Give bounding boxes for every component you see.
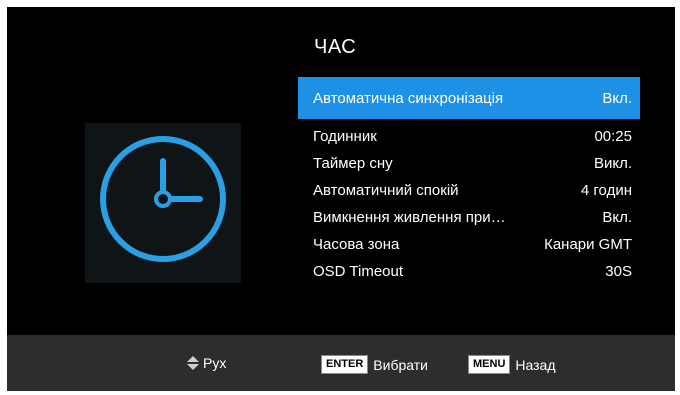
menu-item-sleep-timer[interactable]: Таймер сну Викл. xyxy=(298,149,640,176)
move-hint-label: Рух xyxy=(203,355,227,371)
clock-icon xyxy=(100,136,226,262)
up-down-arrows-icon xyxy=(187,356,199,370)
menu-item-label: Автоматичний спокій xyxy=(313,182,459,199)
menu-item-label: OSD Timeout xyxy=(313,263,404,280)
tv-screen: ЧАС Автоматична синхронізація Вкл. Годин… xyxy=(7,7,675,391)
menu-item-value: Викл. xyxy=(593,155,632,172)
menu-key-badge: MENU xyxy=(468,355,511,374)
menu-item-value: 00:25 xyxy=(594,128,632,145)
move-hint: Рух xyxy=(187,355,226,371)
enter-hint: ENTER Вибрати xyxy=(321,355,428,374)
menu-hint-label: Назад xyxy=(515,356,556,373)
menu-item-value: Вкл. xyxy=(602,209,632,226)
menu-item-value: 30S xyxy=(605,263,632,280)
settings-menu: Автоматична синхронізація Вкл. Годинник … xyxy=(298,77,640,284)
menu-item-label: Таймер сну xyxy=(313,155,393,172)
menu-item-clock[interactable]: Годинник 00:25 xyxy=(298,122,640,149)
menu-item-value: Канари GMT xyxy=(544,236,632,253)
menu-item-label: Автоматична синхронізація xyxy=(313,90,504,107)
page-title: ЧАС xyxy=(314,36,357,58)
menu-item-label: Часова зона xyxy=(313,236,400,253)
menu-item-auto-sync[interactable]: Автоматична синхронізація Вкл. xyxy=(298,77,640,119)
enter-hint-label: Вибрати xyxy=(373,356,428,373)
menu-item-label: Годинник xyxy=(313,128,377,145)
menu-item-value: Вкл. xyxy=(602,90,632,107)
menu-hint: MENU Назад xyxy=(468,355,556,374)
menu-item-value: 4 годин xyxy=(580,182,632,199)
menu-item-label: Вимкнення живлення при… xyxy=(313,209,506,226)
menu-item-power-off[interactable]: Вимкнення живлення при… Вкл. xyxy=(298,203,640,230)
menu-item-auto-standby[interactable]: Автоматичний спокій 4 годин xyxy=(298,176,640,203)
enter-key-badge: ENTER xyxy=(321,355,369,374)
menu-item-osd-timeout[interactable]: OSD Timeout 30S xyxy=(298,257,640,284)
footer-hint-bar: Рух ENTER Вибрати MENU Назад xyxy=(7,335,675,391)
menu-item-time-zone[interactable]: Часова зона Канари GMT xyxy=(298,230,640,257)
clock-panel xyxy=(85,123,241,283)
